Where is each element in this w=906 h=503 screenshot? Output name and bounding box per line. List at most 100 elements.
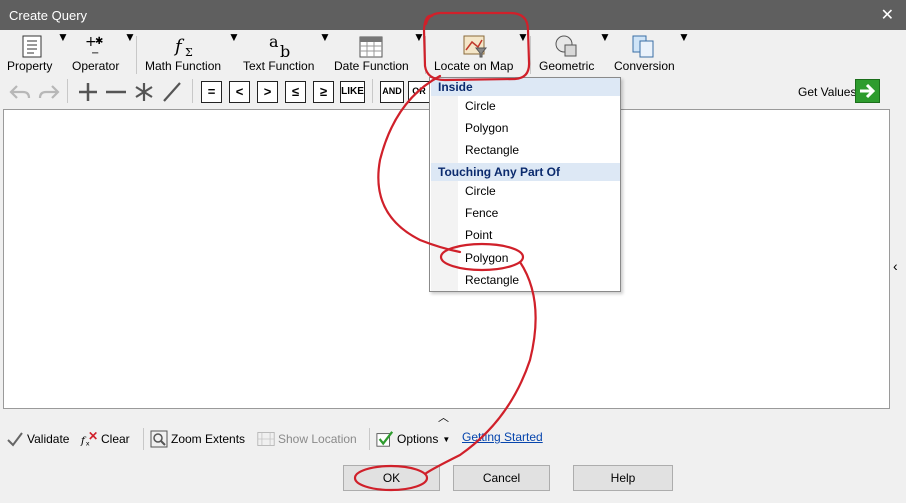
undo-icon[interactable] xyxy=(8,81,32,103)
clear-button[interactable]: f x Clear xyxy=(80,430,130,448)
math-function-icon: fΣ xyxy=(173,36,193,58)
conversion-dropdown-icon[interactable]: ▼ xyxy=(678,30,690,74)
menu-item-inside-polygon[interactable]: Polygon xyxy=(465,121,508,135)
help-button[interactable]: Help xyxy=(573,465,673,491)
geometric-dropdown-icon[interactable]: ▼ xyxy=(599,30,611,74)
conversion-label: Conversion xyxy=(614,59,675,73)
toolbar-divider xyxy=(372,79,373,103)
operator-label: Operator xyxy=(72,59,120,73)
math-function-dropdown-icon[interactable]: ▼ xyxy=(228,30,240,74)
text-function-icon: ab xyxy=(269,34,290,58)
options-button[interactable]: Options ▼ xyxy=(376,430,450,448)
subtract-icon[interactable] xyxy=(103,81,129,103)
math-function-button[interactable]: fΣ Math Function xyxy=(143,30,227,74)
get-values-label[interactable]: Get Values xyxy=(798,85,856,99)
text-function-label: Text Function xyxy=(243,59,315,73)
add-icon[interactable] xyxy=(76,81,100,103)
menu-item-touching-fence[interactable]: Fence xyxy=(465,206,498,220)
greater-than-button[interactable]: > xyxy=(257,81,278,103)
validate-button[interactable]: Validate xyxy=(6,430,69,448)
bottom-divider xyxy=(143,428,144,450)
zoom-extents-label: Zoom Extents xyxy=(171,432,246,446)
locate-on-map-label: Locate on Map xyxy=(434,59,514,73)
svg-text:✱: ✱ xyxy=(95,36,103,47)
locate-on-map-menu: Inside Circle Polygon Rectangle Touching… xyxy=(429,77,621,292)
options-dropdown-icon: ▼ xyxy=(442,434,451,444)
geometric-icon xyxy=(555,35,577,57)
greater-or-equal-button[interactable]: ≥ xyxy=(313,81,334,103)
or-button[interactable]: OR xyxy=(408,81,430,103)
collapse-chevron-icon[interactable]: ︿ xyxy=(438,409,449,425)
divide-icon[interactable] xyxy=(160,81,184,103)
geometric-label: Geometric xyxy=(539,59,595,73)
create-query-dialog: Create Query ✕ Property ▼ + ✱ − Operator ▼… xyxy=(0,0,906,503)
less-than-button[interactable]: < xyxy=(229,81,250,103)
property-button[interactable]: Property xyxy=(4,30,58,74)
math-function-label: Math Function xyxy=(145,59,222,73)
property-label: Property xyxy=(7,59,53,73)
title-bar: Create Query ✕ xyxy=(0,0,906,30)
menu-item-touching-circle[interactable]: Circle xyxy=(465,184,496,198)
show-location-button: Show Location xyxy=(257,430,357,448)
redo-icon[interactable] xyxy=(37,81,61,103)
zoom-extents-button[interactable]: Zoom Extents xyxy=(150,430,245,448)
locate-on-map-button[interactable]: Locate on Map xyxy=(430,30,516,74)
getting-started-link[interactable]: Getting Started xyxy=(462,430,543,444)
calendar-icon xyxy=(359,36,383,58)
get-values-arrow-icon[interactable] xyxy=(855,79,880,103)
zoom-extents-icon xyxy=(150,430,168,448)
bottom-divider xyxy=(369,428,370,450)
text-function-dropdown-icon[interactable]: ▼ xyxy=(319,30,331,74)
conversion-button[interactable]: Conversion xyxy=(612,30,678,74)
date-function-label: Date Function xyxy=(334,59,409,73)
ribbon-divider xyxy=(425,36,426,74)
svg-text:b: b xyxy=(280,42,290,58)
bottom-toolbar: Validate f x Clear Zoom Extents Show Locat… xyxy=(0,424,906,452)
clear-function-icon: fx xyxy=(80,431,97,448)
geometric-button[interactable]: Geometric xyxy=(537,30,599,74)
svg-text:f: f xyxy=(173,36,185,57)
and-button[interactable]: AND xyxy=(380,81,404,103)
side-panel-chevron-icon[interactable]: ‹ xyxy=(893,258,898,274)
equals-button[interactable]: = xyxy=(201,81,222,103)
window-title: Create Query xyxy=(9,8,88,23)
cancel-button[interactable]: Cancel xyxy=(453,465,550,491)
show-location-icon xyxy=(257,432,275,446)
svg-text:a: a xyxy=(269,34,279,51)
close-icon[interactable]: ✕ xyxy=(881,5,894,25)
ribbon: Property ▼ + ✱ − Operator ▼ fΣ Math Functi… xyxy=(0,30,906,76)
ribbon-divider xyxy=(530,36,531,74)
text-function-button[interactable]: ab Text Function xyxy=(240,30,320,74)
show-location-label: Show Location xyxy=(278,432,357,446)
date-function-button[interactable]: Date Function xyxy=(331,30,413,74)
menu-item-touching-rectangle[interactable]: Rectangle xyxy=(465,273,519,287)
menu-item-inside-circle[interactable]: Circle xyxy=(465,99,496,113)
clear-label: Clear xyxy=(101,432,130,446)
operator-button[interactable]: + ✱ − Operator xyxy=(68,30,126,74)
date-function-dropdown-icon[interactable]: ▼ xyxy=(413,30,425,74)
property-icon xyxy=(22,35,42,58)
operator-icon: +✱− xyxy=(85,34,103,58)
menu-item-touching-polygon[interactable]: Polygon xyxy=(465,251,508,265)
less-or-equal-button[interactable]: ≤ xyxy=(285,81,306,103)
svg-text:x: x xyxy=(86,440,90,448)
map-icon xyxy=(463,35,488,58)
locate-on-map-dropdown-icon[interactable]: ▼ xyxy=(517,30,529,74)
menu-icon-gutter xyxy=(431,79,458,291)
multiply-icon[interactable] xyxy=(132,81,156,103)
options-label: Options xyxy=(397,432,439,446)
menu-header-touching: Touching Any Part Of xyxy=(431,163,620,181)
menu-header-inside: Inside xyxy=(431,78,620,96)
toolbar-divider xyxy=(67,79,68,103)
toolbar-divider xyxy=(192,79,193,103)
operator-dropdown-icon[interactable]: ▼ xyxy=(124,30,136,74)
menu-item-touching-point[interactable]: Point xyxy=(465,228,492,242)
menu-item-inside-rectangle[interactable]: Rectangle xyxy=(465,143,519,157)
like-button[interactable]: LIKE xyxy=(340,81,365,103)
validate-check-icon xyxy=(7,432,23,447)
validate-label: Validate xyxy=(27,432,70,446)
svg-text:−: − xyxy=(91,48,99,58)
ribbon-divider xyxy=(136,36,137,74)
options-checkbox-icon xyxy=(376,431,394,447)
ok-button[interactable]: OK xyxy=(343,465,440,491)
